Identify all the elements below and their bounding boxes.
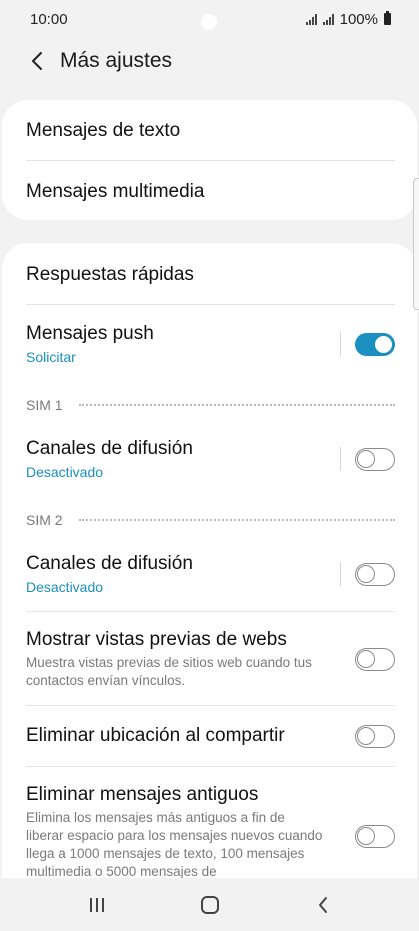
vertical-separator — [340, 447, 341, 471]
divider — [26, 705, 395, 706]
toggle-knob — [374, 334, 393, 354]
status-icons: 100% — [305, 10, 391, 28]
divider — [26, 160, 395, 161]
divider — [26, 304, 395, 305]
toggle-knob — [357, 649, 375, 668]
push-messages-item[interactable]: Mensajes push Solicitar — [26, 321, 395, 367]
toggle-knob — [357, 827, 375, 845]
nav-back-icon — [318, 896, 327, 913]
delete-old-messages-description: Elimina los mensajes más antiguos a fin … — [26, 810, 323, 879]
quick-replies-item[interactable]: Respuestas rápidas — [26, 262, 395, 288]
text-messages-item[interactable]: Mensajes de texto — [26, 118, 395, 144]
nav-back-button[interactable] — [303, 885, 343, 925]
signal-sim1-icon — [305, 13, 317, 25]
app-bar: Más ajustes — [0, 38, 419, 84]
scrollbar[interactable] — [413, 178, 419, 310]
more-settings-card: Respuestas rápidas Mensajes push Solicit… — [2, 243, 417, 883]
toggle-knob — [357, 726, 375, 745]
broadcast-channels-sim2-item[interactable]: Canales de difusión Desactivado — [26, 551, 395, 597]
home-icon — [200, 895, 219, 914]
remove-location-item[interactable]: Eliminar ubicación al compartir — [26, 723, 395, 749]
web-previews-description: Muestra vistas previas de sitios web cua… — [26, 655, 312, 688]
page-title: Más ajustes — [60, 49, 173, 72]
push-messages-toggle[interactable] — [355, 332, 395, 356]
sim1-section-header: SIM 1 — [26, 396, 395, 414]
remove-location-toggle[interactable] — [355, 724, 395, 748]
battery-icon — [384, 11, 391, 25]
web-previews-toggle[interactable] — [355, 647, 395, 671]
multimedia-messages-label: Mensajes multimedia — [26, 181, 205, 202]
dotted-line — [78, 404, 395, 406]
status-time: 10:00 — [30, 10, 68, 28]
vertical-separator — [340, 562, 341, 586]
delete-old-messages-label: Eliminar mensajes antiguos — [26, 784, 259, 805]
messages-settings-card: Mensajes de texto Mensajes multimedia — [2, 100, 417, 220]
sim2-label: SIM 2 — [26, 512, 63, 528]
divider — [26, 766, 395, 767]
broadcast-channels-sim1-item[interactable]: Canales de difusión Desactivado — [26, 436, 395, 482]
vertical-separator — [340, 332, 341, 356]
sim2-section-header: SIM 2 — [26, 511, 395, 529]
broadcast-channels-sim2-status: Desactivado — [26, 579, 104, 595]
divider — [26, 611, 395, 612]
web-previews-label: Mostrar vistas previas de webs — [26, 629, 287, 650]
broadcast-channels-sim1-status: Desactivado — [26, 464, 104, 480]
text-messages-label: Mensajes de texto — [26, 120, 181, 141]
front-camera — [201, 14, 217, 30]
dotted-line — [78, 519, 395, 521]
signal-sim2-icon — [322, 13, 334, 25]
push-messages-status: Solicitar — [26, 349, 76, 365]
home-button[interactable] — [190, 885, 230, 925]
delete-old-messages-toggle[interactable] — [355, 825, 395, 848]
sim1-label: SIM 1 — [26, 397, 63, 413]
delete-old-messages-item[interactable]: Eliminar mensajes antiguos Elimina los m… — [26, 783, 395, 883]
quick-replies-label: Respuestas rápidas — [26, 264, 194, 285]
toggle-knob — [357, 564, 375, 583]
chevron-left-icon — [32, 52, 42, 70]
recents-icon — [89, 897, 104, 912]
multimedia-messages-item[interactable]: Mensajes multimedia — [26, 179, 395, 205]
navigation-bar — [0, 878, 419, 931]
remove-location-label: Eliminar ubicación al compartir — [26, 725, 285, 746]
toggle-knob — [357, 449, 375, 468]
back-button[interactable] — [22, 46, 52, 76]
recents-button[interactable] — [77, 885, 117, 925]
push-messages-label: Mensajes push — [26, 323, 154, 344]
broadcast-channels-sim2-toggle[interactable] — [355, 562, 395, 586]
broadcast-channels-sim1-label: Canales de difusión — [26, 438, 193, 459]
battery-percent: 100% — [339, 10, 378, 28]
broadcast-channels-sim1-toggle[interactable] — [355, 447, 395, 471]
broadcast-channels-sim2-label: Canales de difusión — [26, 553, 193, 574]
web-previews-item[interactable]: Mostrar vistas previas de webs Muestra v… — [26, 627, 395, 691]
